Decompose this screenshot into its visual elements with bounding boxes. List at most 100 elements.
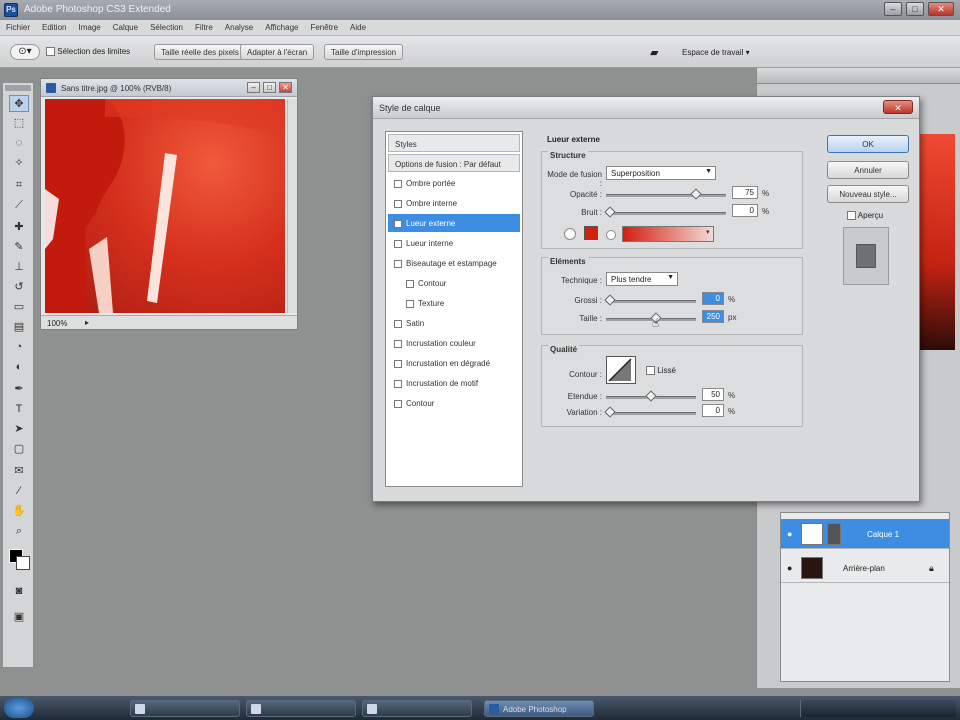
taskbar-item[interactable]: [246, 700, 356, 717]
zoom-tool-preset-icon[interactable]: ⊙▾: [10, 44, 40, 60]
cancel-button[interactable]: Annuler: [827, 161, 909, 179]
blending-options-item[interactable]: Options de fusion : Par défaut: [388, 154, 520, 172]
range-input[interactable]: 50: [702, 388, 724, 401]
visibility-eye-icon[interactable]: ●: [787, 563, 792, 573]
taskbar-item[interactable]: [362, 700, 472, 717]
solid-color-radio[interactable]: [564, 228, 576, 240]
noise-slider-thumb[interactable]: [604, 206, 616, 218]
opacity-input[interactable]: 75: [732, 186, 758, 199]
outer-glow-checkbox[interactable]: [394, 219, 402, 228]
path-selection-tool-icon[interactable]: ➤: [9, 421, 29, 438]
menu-filtre[interactable]: Filtre: [189, 20, 219, 32]
menu-analyse[interactable]: Analyse: [219, 20, 259, 32]
type-tool-icon[interactable]: T: [9, 401, 29, 418]
anti-aliased-checkbox[interactable]: [646, 366, 655, 376]
menu-fichier[interactable]: Fichier: [0, 20, 36, 32]
satin-checkbox[interactable]: [394, 319, 402, 328]
gradient-radio[interactable]: [606, 230, 616, 240]
inner-shadow-checkbox[interactable]: [394, 199, 402, 208]
toolbox-grip[interactable]: [5, 85, 31, 91]
actual-pixels-button[interactable]: Taille réelle des pixels: [154, 44, 246, 60]
taskbar-item[interactable]: [130, 700, 240, 717]
size-slider[interactable]: [606, 312, 696, 324]
visibility-eye-icon[interactable]: ●: [787, 529, 792, 539]
crop-tool-icon[interactable]: ⌗: [9, 177, 29, 194]
spread-slider[interactable]: [604, 294, 696, 306]
blend-mode-select[interactable]: Superposition ▼: [606, 166, 716, 180]
dodge-tool-icon[interactable]: ◐: [9, 359, 29, 376]
dialog-close-button[interactable]: ✕: [883, 100, 913, 114]
inner-shadow-item[interactable]: Ombre interne: [388, 194, 520, 212]
contour-picker[interactable]: [606, 356, 636, 384]
pen-tool-icon[interactable]: ✒: [9, 381, 29, 398]
contour-sub-item[interactable]: Contour: [388, 274, 520, 292]
status-arrow-icon[interactable]: ▸: [85, 318, 89, 327]
inner-glow-item[interactable]: Lueur interne: [388, 234, 520, 252]
slice-tool-icon[interactable]: ⟋: [9, 197, 29, 214]
print-size-button[interactable]: Taille d'impression: [324, 44, 404, 60]
document-vertical-scrollbar[interactable]: [287, 99, 297, 313]
menu-affichage[interactable]: Affichage: [259, 20, 304, 32]
noise-input[interactable]: 0: [732, 204, 758, 217]
maximize-button[interactable]: □: [906, 2, 924, 16]
background-color-swatch[interactable]: [16, 556, 30, 570]
fit-screen-button[interactable]: Adapter à l'écran: [240, 44, 315, 60]
layer-row[interactable]: ● Calque 1: [781, 519, 949, 549]
blur-tool-icon[interactable]: ◔: [9, 339, 29, 356]
healing-brush-tool-icon[interactable]: ✚: [9, 219, 29, 236]
preview-checkbox[interactable]: [847, 211, 856, 221]
satin-item[interactable]: Satin: [388, 314, 520, 332]
spread-slider-thumb[interactable]: [604, 294, 616, 306]
fit-bounds-checkbox[interactable]: [46, 47, 55, 57]
fit-bounds-option[interactable]: Sélection des limites: [46, 47, 130, 57]
lasso-tool-icon[interactable]: ◌: [9, 135, 29, 152]
screen-mode-icon[interactable]: ▣: [9, 609, 29, 626]
move-tool-icon[interactable]: ✥: [9, 95, 29, 112]
workspace-menu[interactable]: Espace de travail ▾: [682, 48, 750, 57]
jitter-slider[interactable]: [604, 406, 696, 418]
ok-button[interactable]: OK: [827, 135, 909, 153]
color-overlay-item[interactable]: Incrustation couleur: [388, 334, 520, 352]
gradient-overlay-checkbox[interactable]: [394, 359, 402, 368]
noise-slider[interactable]: [604, 206, 726, 218]
start-button[interactable]: [4, 698, 34, 718]
zoom-tool-icon[interactable]: ⌕: [9, 523, 29, 540]
dialog-title-bar[interactable]: Style de calque ✕: [373, 97, 919, 119]
drop-shadow-item[interactable]: Ombre portée: [388, 174, 520, 192]
eyedropper-tool-icon[interactable]: ⁄: [9, 483, 29, 500]
brush-tool-icon[interactable]: ✎: [9, 239, 29, 256]
layer-row[interactable]: ● Arrière-plan 🔒︎: [781, 553, 949, 583]
chevron-down-icon[interactable]: ▾: [706, 228, 714, 240]
magic-wand-tool-icon[interactable]: ✧: [9, 155, 29, 172]
gradient-tool-icon[interactable]: ▤: [9, 319, 29, 336]
opacity-slider[interactable]: [606, 188, 726, 200]
new-style-button[interactable]: Nouveau style...: [827, 185, 909, 203]
zoom-level[interactable]: 100%: [47, 319, 67, 328]
glow-color-swatch[interactable]: [584, 226, 598, 240]
color-overlay-checkbox[interactable]: [394, 339, 402, 348]
menu-edition[interactable]: Edition: [36, 20, 72, 32]
document-minimize-button[interactable]: –: [247, 82, 260, 93]
palette-well-icon[interactable]: ▰: [650, 46, 658, 59]
outer-glow-item[interactable]: Lueur externe: [388, 214, 520, 232]
shape-tool-icon[interactable]: ▢: [9, 441, 29, 458]
menu-image[interactable]: Image: [72, 20, 106, 32]
menu-calque[interactable]: Calque: [107, 20, 144, 32]
technique-select[interactable]: Plus tendre ▼: [606, 272, 678, 286]
spread-input[interactable]: 0: [702, 292, 724, 305]
range-slider[interactable]: [606, 390, 696, 402]
range-slider-thumb[interactable]: [645, 390, 657, 402]
marquee-tool-icon[interactable]: ⬚: [9, 115, 29, 132]
preview-option[interactable]: Aperçu: [847, 211, 883, 221]
glow-gradient-swatch[interactable]: [622, 226, 714, 242]
minimize-button[interactable]: –: [884, 2, 902, 16]
history-brush-tool-icon[interactable]: ↺: [9, 279, 29, 296]
inner-glow-checkbox[interactable]: [394, 239, 402, 248]
texture-checkbox[interactable]: [406, 299, 414, 308]
stroke-checkbox[interactable]: [394, 399, 402, 408]
taskbar-item-photoshop[interactable]: Adobe Photoshop: [484, 700, 594, 717]
close-button[interactable]: ✕: [928, 2, 954, 16]
anti-aliased-option[interactable]: Lissé: [646, 366, 676, 376]
jitter-input[interactable]: 0: [702, 404, 724, 417]
notes-tool-icon[interactable]: ✉: [9, 463, 29, 480]
